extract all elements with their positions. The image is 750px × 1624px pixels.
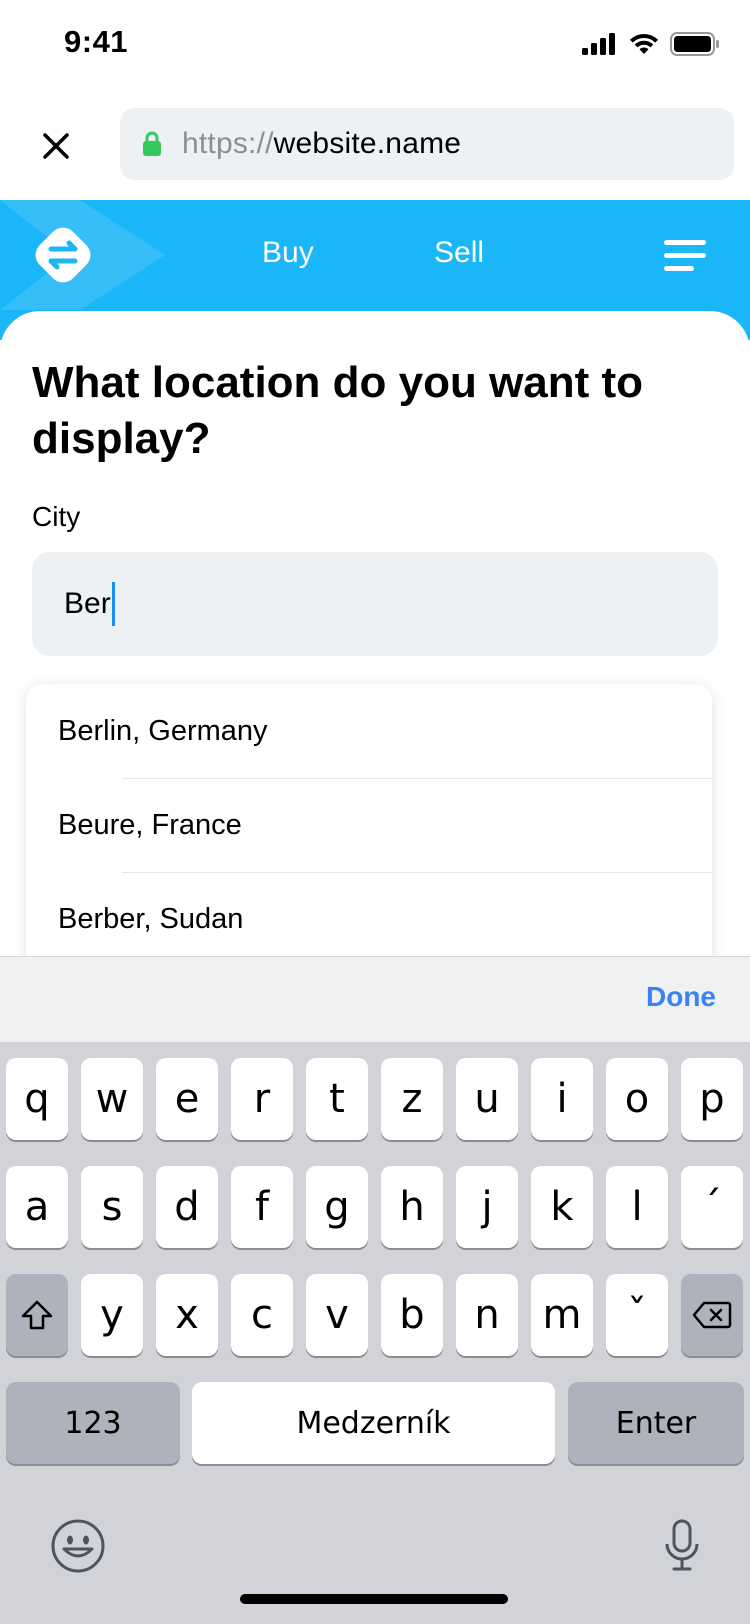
key-acute-accent[interactable]: ´ [681, 1166, 743, 1248]
key-l[interactable]: l [606, 1166, 668, 1248]
key-n[interactable]: n [456, 1274, 518, 1356]
backspace-icon [692, 1301, 732, 1329]
key-i[interactable]: i [531, 1058, 593, 1140]
cellular-signal-icon [582, 33, 615, 55]
nav-sell-link[interactable]: Sell [434, 236, 484, 270]
city-input[interactable]: Ber [32, 552, 718, 656]
suggestion-item[interactable]: Berber, Sudan [26, 872, 712, 966]
key-u[interactable]: u [456, 1058, 518, 1140]
done-button[interactable]: Done [646, 981, 716, 1013]
numbers-key[interactable]: 123 [6, 1382, 180, 1464]
key-d[interactable]: d [156, 1166, 218, 1248]
key-q[interactable]: q [6, 1058, 68, 1140]
key-y[interactable]: y [81, 1274, 143, 1356]
key-j[interactable]: j [456, 1166, 518, 1248]
microphone-icon[interactable] [662, 1518, 702, 1574]
key-f[interactable]: f [231, 1166, 293, 1248]
content-card: What location do you want to display? Ci… [0, 311, 750, 1011]
status-bar: 9:41 [0, 0, 750, 92]
keyboard-accessory-bar: Done [0, 956, 750, 1042]
key-h[interactable]: h [381, 1166, 443, 1248]
key-k[interactable]: k [531, 1166, 593, 1248]
suggestion-list: Berlin, Germany Beure, France Berber, Su… [26, 684, 712, 984]
key-a[interactable]: a [6, 1166, 68, 1248]
key-z[interactable]: z [381, 1058, 443, 1140]
text-caret [111, 582, 115, 626]
suggestion-item[interactable]: Beure, France [26, 778, 712, 872]
key-s[interactable]: s [81, 1166, 143, 1248]
hamburger-menu-icon[interactable] [664, 240, 706, 272]
city-label: City [32, 501, 81, 532]
page-title: What location do you want to display? [32, 358, 644, 463]
backspace-key[interactable] [681, 1274, 743, 1356]
close-button[interactable] [36, 126, 76, 166]
logo-icon[interactable] [30, 222, 96, 288]
key-e[interactable]: e [156, 1058, 218, 1140]
lock-icon [143, 131, 161, 156]
key-r[interactable]: r [231, 1058, 293, 1140]
key-b[interactable]: b [381, 1274, 443, 1356]
key-p[interactable]: p [681, 1058, 743, 1140]
key-t[interactable]: t [306, 1058, 368, 1140]
key-c[interactable]: c [231, 1274, 293, 1356]
wifi-icon [630, 34, 658, 54]
shift-key[interactable] [6, 1274, 68, 1356]
shift-icon [21, 1300, 53, 1330]
key-caron[interactable]: ˇ [606, 1274, 668, 1356]
space-key[interactable]: Medzerník [192, 1382, 555, 1464]
keyboard: q w e r t z u i o p a s d f g h j k l ´ … [0, 1042, 750, 1624]
nav-buy-link[interactable]: Buy [262, 236, 314, 270]
url-protocol: https:// [182, 127, 274, 160]
key-v[interactable]: v [306, 1274, 368, 1356]
home-indicator [240, 1594, 508, 1604]
key-x[interactable]: x [156, 1274, 218, 1356]
status-icons [582, 32, 720, 56]
key-g[interactable]: g [306, 1166, 368, 1248]
address-bar[interactable]: https://website.name [120, 108, 734, 180]
emoji-icon[interactable] [50, 1518, 106, 1574]
key-o[interactable]: o [606, 1058, 668, 1140]
battery-icon [670, 32, 719, 56]
close-icon [43, 133, 69, 159]
key-w[interactable]: w [81, 1058, 143, 1140]
url-text: https://website.name [182, 127, 461, 161]
city-input-value: Ber [64, 587, 111, 620]
key-m[interactable]: m [531, 1274, 593, 1356]
suggestion-item[interactable]: Berlin, Germany [26, 684, 712, 778]
browser-bar: https://website.name [0, 92, 750, 200]
status-time: 9:41 [64, 24, 129, 59]
url-domain: website.name [273, 127, 462, 160]
enter-key[interactable]: Enter [568, 1382, 744, 1464]
